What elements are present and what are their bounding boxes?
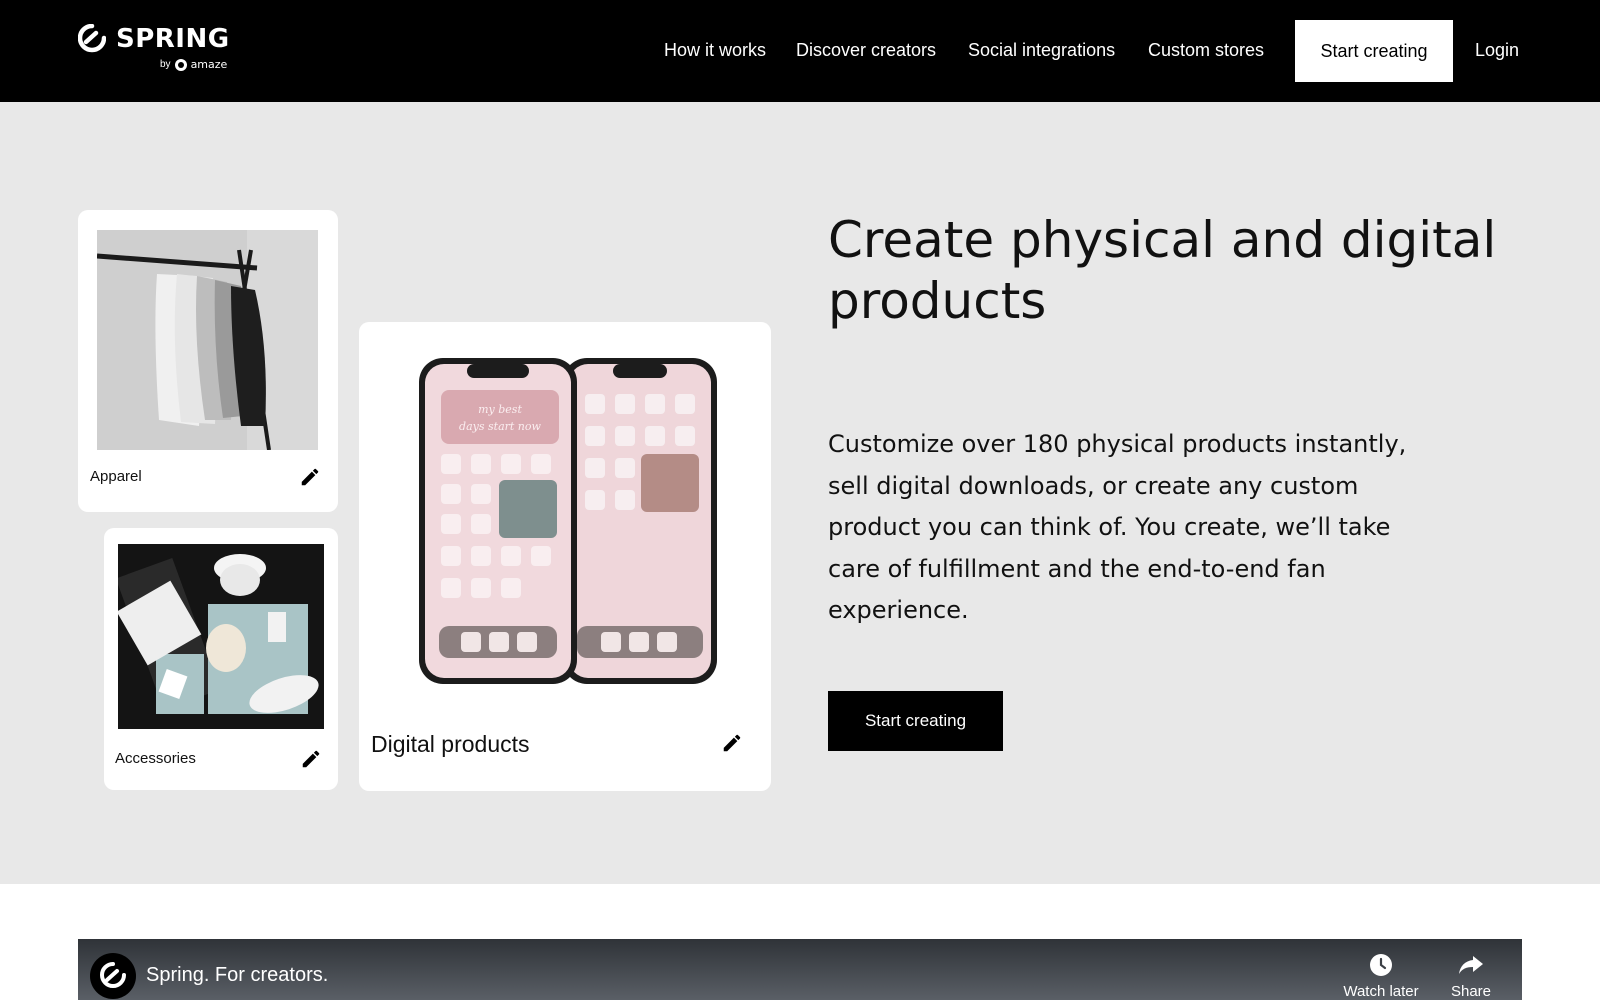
apparel-illustration: [97, 230, 318, 450]
nav-custom-stores[interactable]: Custom stores: [1148, 40, 1264, 61]
logo-wordmark: SPRING: [116, 24, 230, 54]
accessories-image: [118, 544, 324, 729]
amaze-icon: [174, 58, 187, 71]
video-embed[interactable]: Spring. For creators. Watch later Share: [78, 939, 1522, 1000]
watch-later-label: Watch later: [1343, 983, 1419, 1000]
channel-avatar[interactable]: [90, 953, 136, 999]
hero-description: Customize over 180 physical products ins…: [828, 430, 1407, 624]
phone-quote-line-1: my best: [478, 403, 522, 416]
apparel-card[interactable]: Apparel: [78, 210, 338, 512]
share-label: Share: [1450, 983, 1492, 1000]
digital-products-card[interactable]: my best days start now Digital products: [359, 322, 771, 791]
spring-logo-icon: [78, 24, 106, 53]
logo-brand-text: amaze: [190, 58, 228, 71]
login-link[interactable]: Login: [1475, 40, 1519, 61]
phones-illustration: my best days start now: [419, 358, 717, 684]
hero-section: Apparel Accessories my best days start n…: [0, 102, 1600, 884]
nav-social-integrations[interactable]: Social integrations: [968, 40, 1115, 61]
accessories-label: Accessories: [115, 750, 196, 767]
accessories-card[interactable]: Accessories: [104, 528, 338, 790]
video-title[interactable]: Spring. For creators.: [146, 964, 328, 987]
watch-later-button[interactable]: Watch later: [1336, 953, 1426, 1000]
logo-byline: by amaze: [160, 58, 227, 71]
phone-quote-line-2: days start now: [459, 420, 541, 433]
share-icon: [1459, 956, 1483, 974]
digital-products-label: Digital products: [371, 731, 530, 757]
spring-logo[interactable]: SPRING by amaze: [78, 22, 238, 74]
hero-title: Create physical and digital products: [828, 211, 1497, 330]
pencil-icon[interactable]: [721, 732, 743, 754]
pencil-icon[interactable]: [299, 466, 321, 488]
header-start-creating-button[interactable]: Start creating: [1295, 20, 1453, 82]
apparel-image: [97, 230, 318, 450]
nav-discover-creators[interactable]: Discover creators: [796, 40, 936, 61]
apparel-label: Apparel: [90, 468, 142, 485]
nav-how-it-works[interactable]: How it works: [664, 40, 766, 61]
accessories-illustration: [118, 544, 324, 729]
hero-start-creating-button[interactable]: Start creating: [828, 691, 1003, 751]
phones-image: my best days start now: [417, 356, 719, 688]
share-button[interactable]: Share: [1426, 953, 1516, 1000]
logo-by-text: by: [160, 59, 171, 70]
top-navigation-bar: SPRING by amaze How it works Discover cr…: [0, 0, 1600, 102]
spring-logo-icon: [100, 962, 126, 988]
pencil-icon[interactable]: [300, 748, 322, 770]
clock-icon: [1370, 954, 1392, 976]
